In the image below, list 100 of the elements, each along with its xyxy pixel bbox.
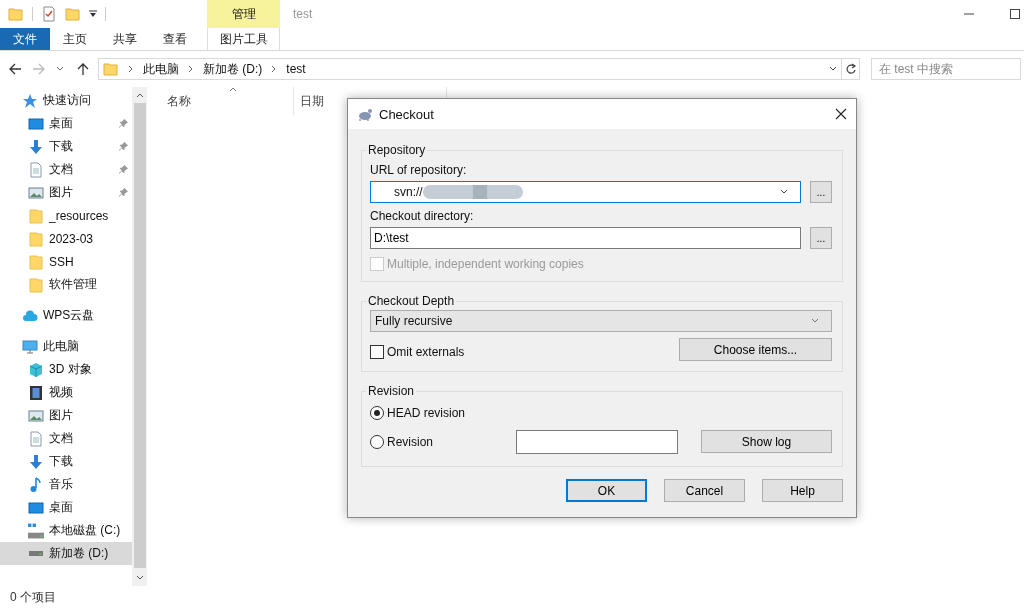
drive-icon	[28, 522, 44, 539]
dialog-title: Checkout	[379, 106, 434, 122]
dialog-button[interactable]: Cancel	[664, 479, 745, 502]
nav-item[interactable]: 图片	[0, 404, 132, 427]
nav-item[interactable]: _resources	[0, 204, 132, 227]
chevron-right-icon	[128, 65, 134, 73]
computer-icon	[22, 338, 38, 355]
group-label: Revision	[367, 384, 416, 398]
url-combobox[interactable]: svn://	[370, 181, 801, 203]
redaction-blur-icon	[422, 184, 523, 200]
show-log-button[interactable]: Show log	[701, 430, 832, 453]
ribbon-tab[interactable]: 查看	[150, 28, 200, 50]
document-icon	[28, 430, 44, 447]
radio-button[interactable]	[370, 405, 384, 420]
scroll-down-icon[interactable]	[135, 575, 144, 581]
chevron-down-icon[interactable]	[56, 65, 64, 73]
cloud-icon	[22, 307, 38, 324]
checkbox[interactable]	[370, 344, 384, 359]
picture-icon	[28, 184, 44, 201]
chevron-down-icon[interactable]	[829, 65, 837, 73]
depth-dropdown[interactable]: Fully recursive	[370, 310, 832, 332]
pin-icon[interactable]	[119, 165, 128, 174]
folder-icon	[28, 253, 44, 270]
nav-item[interactable]: 文档	[0, 427, 132, 450]
scrollbar[interactable]	[132, 87, 147, 586]
browse-button[interactable]: ...	[810, 227, 832, 249]
maximize-icon[interactable]	[1010, 9, 1020, 19]
monitor-icon	[28, 115, 44, 132]
scroll-up-icon[interactable]	[135, 92, 144, 98]
dropdown-icon[interactable]	[89, 10, 97, 18]
chevron-down-icon	[780, 188, 788, 196]
nav-item[interactable]: 2023-03	[0, 227, 132, 250]
directory-field[interactable]: D:\test	[370, 227, 801, 249]
item-count: 0 个项目	[10, 588, 56, 606]
radio-button[interactable]	[370, 434, 384, 449]
radio-label: Revision	[387, 434, 435, 449]
nav-item[interactable]: 3D 对象	[0, 358, 132, 381]
revision-field[interactable]	[516, 429, 678, 454]
folder-icon	[28, 230, 44, 247]
nav-item[interactable]: SSH	[0, 250, 132, 273]
refresh-button[interactable]	[842, 58, 860, 80]
choose-items-button[interactable]: Choose items...	[679, 338, 832, 361]
checklist-icon[interactable]	[41, 6, 57, 22]
nav-item[interactable]: 此电脑	[0, 335, 132, 358]
dialog-button[interactable]: OK	[566, 479, 647, 502]
nav-item[interactable]: WPS云盘	[0, 304, 132, 327]
up-icon[interactable]	[76, 62, 90, 76]
pin-icon[interactable]	[119, 188, 128, 197]
breadcrumb-item[interactable]: 新加卷 (D:)	[203, 60, 263, 78]
nav-item[interactable]: 桌面	[0, 496, 132, 519]
close-icon[interactable]	[835, 108, 847, 120]
nav-item[interactable]: 图片	[0, 181, 132, 204]
folder-icon	[103, 61, 119, 77]
picture-icon	[28, 407, 44, 424]
ribbon-tab[interactable]: 文件	[0, 28, 50, 50]
nav-item[interactable]: 桌面	[0, 112, 132, 135]
checkbox-label: Multiple, independent working copies	[387, 257, 584, 271]
star-icon	[22, 92, 38, 109]
sort-caret-icon	[229, 87, 237, 92]
turtle-icon	[357, 106, 373, 122]
monitor-icon	[28, 499, 44, 516]
column-header[interactable]: 名称	[167, 92, 191, 110]
folder-icon	[28, 276, 44, 293]
checkbox-label: Omit externals	[387, 344, 465, 359]
window-title: test	[293, 7, 313, 21]
pin-icon[interactable]	[119, 142, 128, 151]
ribbon-tab[interactable]: 图片工具	[207, 28, 280, 50]
search-field[interactable]: 在 test 中搜索	[871, 58, 1021, 80]
chevron-down-icon	[811, 317, 819, 325]
nav-item[interactable]: 本地磁盘 (C:)	[0, 519, 132, 542]
ribbon-tab[interactable]: 主页	[50, 28, 100, 50]
nav-item[interactable]: 新加卷 (D:)	[0, 542, 132, 565]
pin-icon[interactable]	[119, 119, 128, 128]
context-tab-header[interactable]: 管理	[207, 0, 280, 28]
download-icon	[28, 453, 44, 470]
nav-item[interactable]: 文档	[0, 158, 132, 181]
document-icon	[28, 161, 44, 178]
nav-item[interactable]: 下载	[0, 450, 132, 473]
film-icon	[28, 384, 44, 401]
dialog-button[interactable]: Help	[762, 479, 843, 502]
address-bar[interactable]: 此电脑 新加卷 (D:) test	[98, 58, 842, 80]
nav-item[interactable]: 音乐	[0, 473, 132, 496]
breadcrumb-item[interactable]: 此电脑	[143, 60, 179, 78]
nav-item[interactable]: 软件管理	[0, 273, 132, 296]
nav-item[interactable]: 快速访问	[0, 89, 132, 112]
refresh-icon	[844, 63, 857, 75]
back-icon[interactable]	[8, 62, 22, 76]
folder-icon	[28, 207, 44, 224]
ribbon-tab[interactable]: 共享	[100, 28, 150, 50]
browse-button[interactable]: ...	[810, 181, 832, 203]
breadcrumb-item[interactable]: test	[286, 62, 306, 76]
column-header[interactable]: 日期	[300, 92, 324, 110]
chevron-right-icon	[271, 65, 278, 73]
nav-item[interactable]: 下载	[0, 135, 132, 158]
download-icon	[28, 138, 44, 155]
music-note-icon	[28, 476, 44, 493]
radio-label: HEAD revision	[387, 405, 467, 420]
nav-item[interactable]: 视频	[0, 381, 132, 404]
group-label: Checkout Depth	[367, 294, 456, 308]
cube-icon	[28, 361, 44, 378]
